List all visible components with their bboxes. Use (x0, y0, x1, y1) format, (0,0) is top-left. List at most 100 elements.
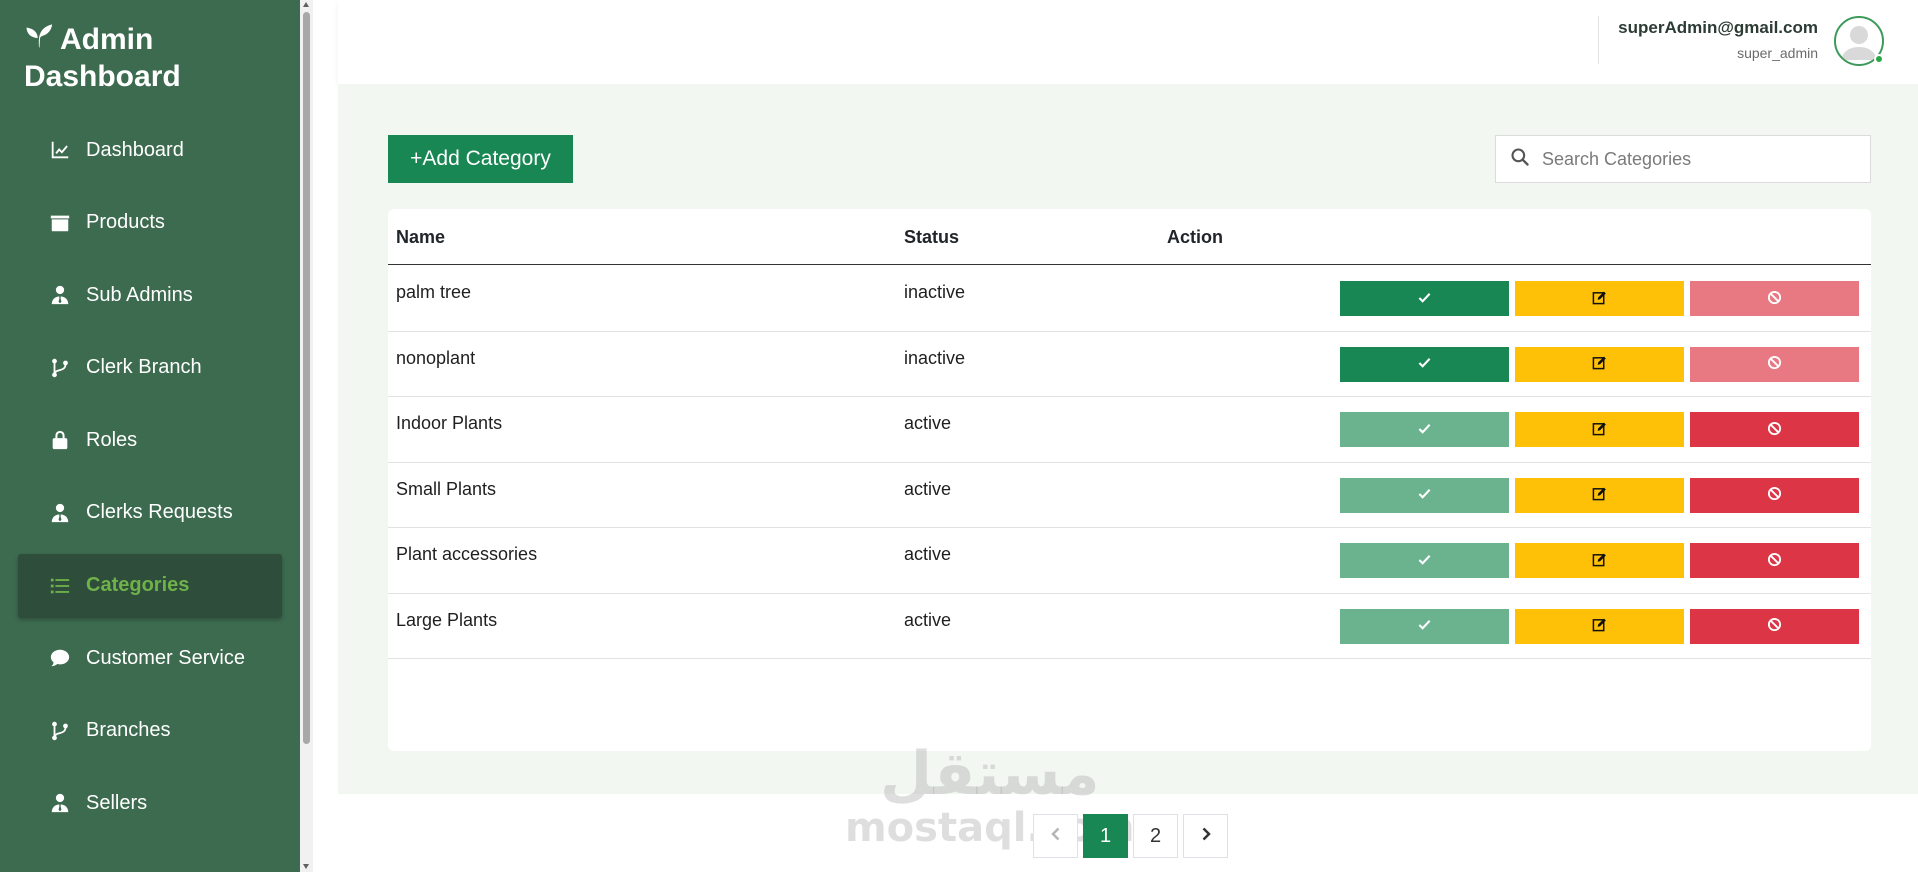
sidebar-nav: Dashboard Products Sub Admins Clerk Branch R… (18, 118, 282, 844)
sidebar-item-label: Clerks Requests (86, 501, 233, 524)
sidebar-item-products[interactable]: Products (18, 191, 282, 255)
column-header-status: Status (904, 227, 960, 247)
sidebar-item-categories[interactable]: Categories (18, 553, 282, 618)
box-icon (48, 211, 72, 235)
edit-button[interactable] (1515, 477, 1684, 513)
lock-icon (48, 428, 72, 452)
sidebar-item-label: Sub Admins (86, 283, 193, 306)
edit-icon (1592, 552, 1607, 570)
ban-icon (1767, 421, 1782, 439)
check-icon (1417, 552, 1432, 570)
column-header-name: Name (396, 227, 446, 247)
activate-button[interactable] (1340, 412, 1509, 447)
edit-button[interactable] (1515, 346, 1684, 382)
previous-page-button[interactable] (1033, 814, 1078, 858)
sidebar-item-label: Categories (86, 574, 190, 597)
main-content: +Add Category Name Status Action palm tr… (338, 84, 1918, 794)
search-icon (1510, 147, 1542, 172)
category-name: Large Plants (396, 609, 498, 630)
category-status: inactive (904, 282, 966, 302)
sidebar-item-dashboard[interactable]: Dashboard (18, 118, 282, 182)
check-icon (1417, 355, 1432, 373)
category-status: active (904, 413, 952, 433)
edit-icon (1592, 355, 1607, 373)
edit-icon (1592, 486, 1607, 504)
top-header: superAdmin@gmail.com super_admin (338, 0, 1918, 84)
sidebar-item-label: Branches (86, 719, 171, 742)
user-tie-icon (48, 791, 72, 815)
table-row: palm tree inactive (388, 266, 1871, 332)
category-name: Plant accessories (396, 544, 538, 564)
check-icon (1417, 617, 1432, 635)
category-name: palm tree (396, 282, 472, 302)
activate-button[interactable] (1340, 543, 1509, 578)
user-role: super_admin (1737, 45, 1818, 61)
search-input[interactable] (1542, 148, 1842, 170)
table-row: Small Plants active (388, 463, 1871, 528)
category-status: active (904, 609, 952, 630)
pagination: 12 (1033, 814, 1228, 858)
deactivate-button[interactable] (1690, 608, 1859, 644)
category-status: inactive (904, 347, 966, 368)
brand-title-line1: Admin (60, 22, 154, 56)
next-page-button[interactable] (1183, 814, 1228, 858)
check-icon (1417, 290, 1432, 308)
chart-line-icon (48, 138, 72, 162)
scroll-up-arrow-icon[interactable] (303, 2, 309, 7)
edit-button[interactable] (1515, 281, 1684, 316)
sidebar-item-sub-admins[interactable]: Sub Admins (18, 263, 282, 327)
ban-icon (1767, 486, 1782, 504)
sidebar-item-roles[interactable]: Roles (18, 408, 282, 472)
deactivate-button[interactable] (1690, 346, 1859, 382)
chevron-right-icon (1198, 825, 1214, 848)
check-icon (1417, 421, 1432, 439)
sidebar-item-clerks-requests[interactable]: Clerks Requests (18, 481, 282, 545)
add-category-button[interactable]: +Add Category (388, 135, 573, 183)
brand-title-line2: Dashboard (24, 60, 181, 93)
ban-icon (1767, 355, 1782, 373)
deactivate-button[interactable] (1690, 543, 1859, 578)
ban-icon (1767, 552, 1782, 570)
category-name: Indoor Plants (396, 413, 503, 433)
search-box[interactable] (1495, 135, 1871, 183)
page-button-1[interactable]: 1 (1083, 814, 1128, 858)
activate-button[interactable] (1340, 281, 1509, 316)
deactivate-button[interactable] (1690, 412, 1859, 447)
sidebar-item-label: Customer Service (86, 646, 245, 669)
activate-button[interactable] (1340, 608, 1509, 644)
edit-button[interactable] (1515, 543, 1684, 578)
code-branch-icon (48, 719, 72, 743)
deactivate-button[interactable] (1690, 477, 1859, 513)
table-row: Plant accessories active (388, 528, 1871, 594)
sidebar-item-branches[interactable]: Branches (18, 699, 282, 763)
table-row: nonoplant inactive (388, 332, 1871, 397)
activate-button[interactable] (1340, 346, 1509, 382)
chevron-left-icon (1048, 825, 1064, 848)
sidebar-item-sellers[interactable]: Sellers (18, 771, 282, 835)
scrollbar-thumb[interactable] (303, 12, 310, 744)
brand[interactable]: Admin Dashboard (24, 20, 181, 95)
edit-button[interactable] (1515, 608, 1684, 644)
page-button-2[interactable]: 2 (1133, 814, 1178, 858)
categories-table: Name Status Action palm tree inactive nono… (388, 209, 1871, 751)
sidebar-scrollbar[interactable] (300, 0, 313, 872)
sidebar-item-clerk-branch[interactable]: Clerk Branch (18, 336, 282, 400)
table-row: Large Plants active (388, 594, 1871, 659)
edit-icon (1592, 617, 1607, 635)
edit-icon (1592, 290, 1607, 308)
edit-button[interactable] (1515, 412, 1684, 447)
scroll-down-arrow-icon[interactable] (303, 864, 309, 869)
user-tie-icon (48, 283, 72, 307)
sidebar-item-label: Products (86, 211, 165, 234)
sidebar-item-label: Roles (86, 428, 138, 451)
ban-icon (1767, 290, 1782, 308)
ban-icon (1767, 617, 1782, 635)
sidebar-item-customer-service[interactable]: Customer Service (18, 626, 282, 690)
deactivate-button[interactable] (1690, 281, 1859, 316)
column-header-action: Action (1167, 227, 1223, 247)
table-row: Indoor Plants active (388, 397, 1871, 463)
activate-button[interactable] (1340, 477, 1509, 513)
online-status-dot (1874, 54, 1884, 64)
header-divider (1598, 16, 1599, 64)
list-icon (48, 574, 72, 598)
